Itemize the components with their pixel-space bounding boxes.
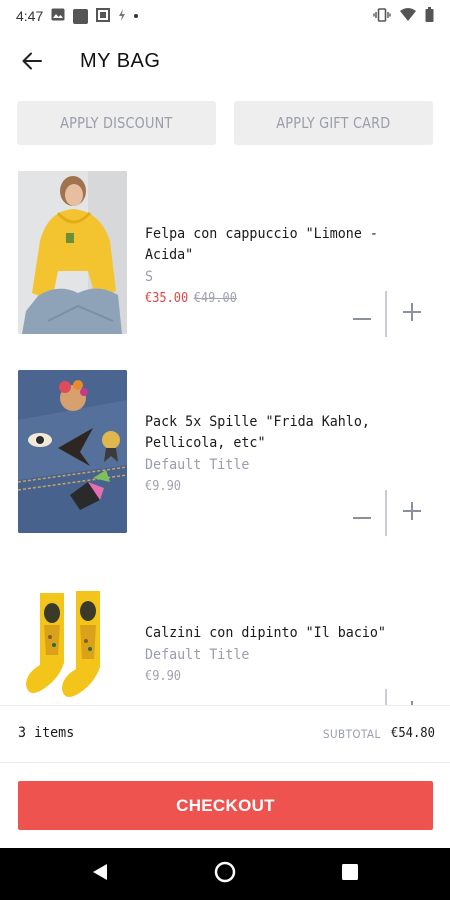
dot-icon: [134, 14, 139, 18]
plus-icon: [403, 303, 421, 325]
increase-quantity-button[interactable]: [394, 291, 430, 337]
item-info: Pack 5x Spille "Frida Kahlo, Pellicola, …: [145, 412, 430, 498]
cart-item: Calzini con dipinto "Il bacio" Default T…: [0, 575, 450, 705]
item-name[interactable]: Calzini con dipinto "Il bacio": [145, 623, 421, 644]
back-button[interactable]: [14, 46, 50, 80]
page-title: MY BAG: [80, 50, 161, 72]
plus-icon: [403, 502, 421, 524]
apply-gift-card-label: APPLY GIFT CARD: [276, 114, 391, 132]
quantity-divider: [385, 291, 387, 337]
decrease-quantity-button[interactable]: [344, 291, 380, 337]
item-info: Calzini con dipinto "Il bacio" Default T…: [145, 623, 430, 688]
apply-discount-label: APPLY DISCOUNT: [60, 114, 173, 132]
cart-item: Pack 5x Spille "Frida Kahlo, Pellicola, …: [0, 360, 450, 560]
item-sale-price: €35.00: [145, 291, 189, 306]
boxed-app-icon: [96, 7, 111, 25]
nav-home-icon: [214, 861, 236, 887]
subtotal-value: €54.80: [391, 725, 435, 741]
wifi-icon: [400, 8, 416, 24]
quantity-stepper: [344, 689, 432, 705]
image-icon: [51, 8, 65, 24]
subtotal-label: SUBTOTAL: [323, 727, 381, 741]
yellow-hoodie-photo[interactable]: [18, 171, 127, 334]
item-variant: Default Title: [145, 457, 250, 473]
system-nav-bar: [0, 848, 450, 900]
apply-discount-button[interactable]: APPLY DISCOUNT: [17, 101, 216, 145]
increase-quantity-button[interactable]: [394, 689, 430, 705]
cart-items-list[interactable]: Felpa con cappuccio "Limone - Acida" S €…: [0, 160, 450, 705]
nav-recents-button[interactable]: [320, 848, 380, 900]
square-icon: [73, 8, 89, 24]
minus-icon: [353, 305, 371, 324]
cart-summary: 3 items SUBTOTAL €54.80: [0, 705, 450, 763]
item-variant: S: [145, 269, 154, 285]
yellow-socks-photo[interactable]: [18, 585, 127, 705]
status-time: 4:47: [16, 8, 44, 24]
quantity-divider: [385, 689, 387, 705]
apply-gift-card-button[interactable]: APPLY GIFT CARD: [234, 101, 433, 145]
item-price: €9.90: [145, 669, 182, 684]
nav-back-icon: [92, 863, 108, 885]
pins-on-denim-photo[interactable]: [18, 370, 127, 533]
increase-quantity-button[interactable]: [394, 490, 430, 536]
nav-recents-icon: [342, 864, 358, 884]
app-header: MY BAG: [0, 32, 450, 94]
quantity-divider: [385, 490, 387, 536]
minus-icon: [353, 504, 371, 523]
item-price: €9.90: [145, 479, 182, 494]
status-bar: 4:47: [0, 0, 450, 32]
nav-back-button[interactable]: [70, 848, 130, 900]
item-name[interactable]: Pack 5x Spille "Frida Kahlo, Pellicola, …: [145, 412, 421, 454]
arrow-left-icon: [22, 52, 42, 74]
lightning-icon: [118, 8, 126, 24]
battery-icon: [425, 7, 434, 25]
nav-home-button[interactable]: [195, 848, 255, 900]
decrease-quantity-button[interactable]: [344, 490, 380, 536]
vibrate-icon: [373, 7, 391, 25]
item-compare-price: €49.00: [193, 291, 237, 306]
decrease-quantity-button[interactable]: [344, 689, 380, 705]
item-name[interactable]: Felpa con cappuccio "Limone - Acida": [145, 224, 421, 266]
quantity-stepper: [344, 291, 432, 337]
checkout-button[interactable]: CHECKOUT: [18, 781, 433, 830]
quantity-stepper: [344, 490, 432, 536]
items-count: 3 items: [18, 725, 75, 741]
item-variant: Default Title: [145, 647, 250, 663]
item-price-row: €9.90: [145, 666, 407, 688]
cart-item: Felpa con cappuccio "Limone - Acida" S €…: [0, 160, 450, 350]
